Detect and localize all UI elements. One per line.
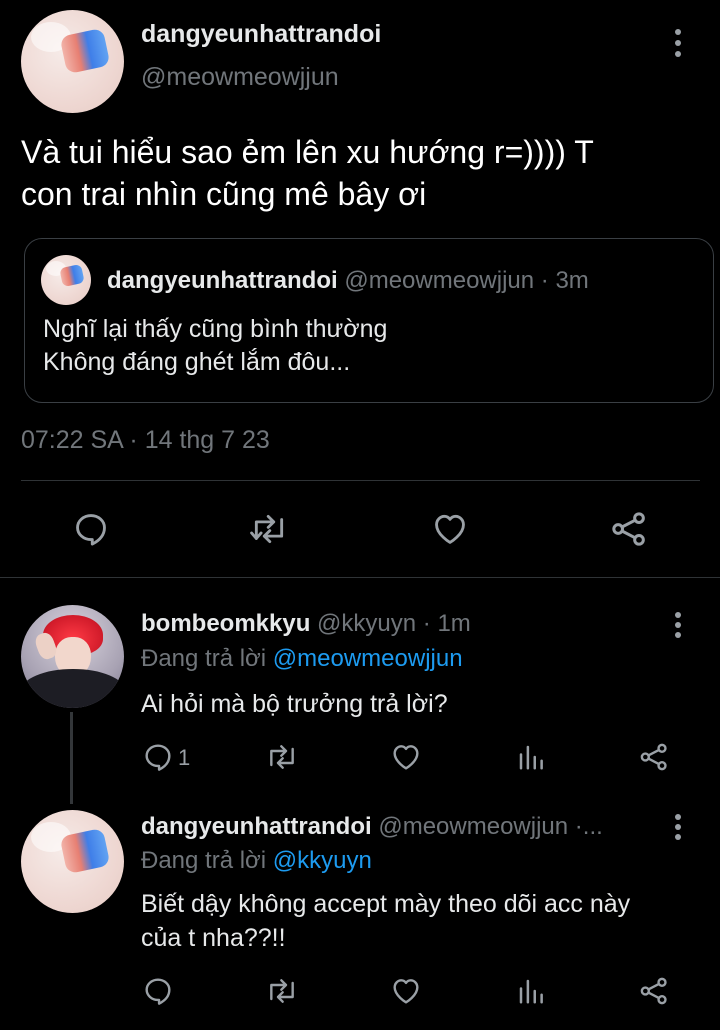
- reply-text-line: Biết dậy không accept mày theo dõi acc n…: [141, 890, 631, 918]
- tweet-thread-page: dangyeunhattrandoi @meowmeowjjun Và tui …: [0, 0, 720, 1030]
- avatar[interactable]: [21, 810, 124, 913]
- retweet-icon[interactable]: [248, 510, 290, 548]
- reply-text: Biết dậy không accept mày theo dõi acc n…: [141, 887, 630, 955]
- quoted-author: dangyeunhattrandoi @meowmeowjjun · 3m: [107, 267, 589, 295]
- share-icon[interactable]: [638, 741, 670, 773]
- quoted-tweet[interactable]: dangyeunhattrandoi @meowmeowjjun · 3m Ng…: [24, 238, 714, 403]
- thread-line: [70, 712, 73, 804]
- quoted-text-line: Không đáng ghét lắm đôu...: [43, 348, 351, 376]
- replying-prefix: Đang trả lời: [141, 847, 267, 874]
- display-name[interactable]: bombeomkkyu: [141, 610, 310, 637]
- share-icon[interactable]: [609, 509, 649, 549]
- replying-to: Đang trả lời @kkyuyn: [141, 847, 372, 875]
- views-icon[interactable]: [516, 976, 546, 1006]
- user-handle[interactable]: @kkyuyn: [317, 610, 416, 637]
- reply-icon[interactable]: [142, 741, 174, 773]
- tweet-text: Và tui hiểu sao ẻm lên xu hướng r=)))) T…: [21, 131, 681, 215]
- replying-to-link[interactable]: @meowmeowjjun: [273, 645, 463, 672]
- user-handle[interactable]: @meowmeowjjun: [141, 63, 339, 92]
- like-icon[interactable]: [389, 741, 423, 773]
- replying-prefix: Đang trả lời: [141, 645, 267, 672]
- avatar[interactable]: [21, 10, 124, 113]
- main-tweet: dangyeunhattrandoi @meowmeowjjun Và tui …: [0, 0, 720, 577]
- more-options-icon[interactable]: [674, 612, 682, 640]
- tweet-text-line: con trai nhìn cũng mê bây ơi: [21, 176, 427, 212]
- tweet-text-line: Và tui hiểu sao ẻm lên xu hướng r=)))) T: [21, 134, 594, 170]
- reply-text: Ai hỏi mà bộ trưởng trả lời?: [141, 690, 448, 718]
- section-divider: [0, 577, 720, 578]
- reply-time: · 1m: [422, 610, 471, 637]
- quoted-time: · 3m: [540, 267, 589, 294]
- reply-author[interactable]: dangyeunhattrandoi @meowmeowjjun ·...: [141, 813, 603, 841]
- display-name[interactable]: dangyeunhattrandoi: [141, 813, 372, 840]
- retweet-icon[interactable]: [264, 741, 300, 773]
- quoted-handle: @meowmeowjjun: [344, 267, 535, 294]
- quoted-text: Nghĩ lại thấy cũng bình thường Không đán…: [43, 313, 387, 379]
- user-handle[interactable]: @meowmeowjjun: [378, 813, 568, 840]
- retweet-icon[interactable]: [264, 975, 300, 1007]
- reply-count: 1: [178, 745, 191, 770]
- like-icon[interactable]: [430, 510, 470, 548]
- reply-time: ·...: [574, 813, 603, 840]
- reply-author[interactable]: bombeomkkyu @kkyuyn · 1m: [141, 610, 471, 638]
- display-name[interactable]: dangyeunhattrandoi: [141, 20, 381, 49]
- reply-icon[interactable]: [72, 510, 110, 548]
- quoted-text-line: Nghĩ lại thấy cũng bình thường: [43, 315, 388, 343]
- reply-text-line: của t nha??!!: [141, 924, 286, 952]
- tweet-timestamp[interactable]: 07:22 SA · 14 thg 7 23: [21, 426, 270, 455]
- reply-icon[interactable]: [142, 975, 174, 1007]
- share-icon[interactable]: [638, 975, 670, 1007]
- more-options-icon[interactable]: [674, 814, 682, 842]
- replying-to: Đang trả lời @meowmeowjjun: [141, 645, 463, 673]
- avatar[interactable]: [21, 605, 124, 708]
- quoted-avatar: [41, 255, 91, 305]
- views-icon[interactable]: [516, 742, 546, 772]
- replying-to-link[interactable]: @kkyuyn: [273, 847, 372, 874]
- divider: [21, 480, 700, 481]
- more-options-icon[interactable]: [674, 29, 682, 57]
- quoted-display-name: dangyeunhattrandoi: [107, 267, 338, 294]
- like-icon[interactable]: [389, 975, 423, 1007]
